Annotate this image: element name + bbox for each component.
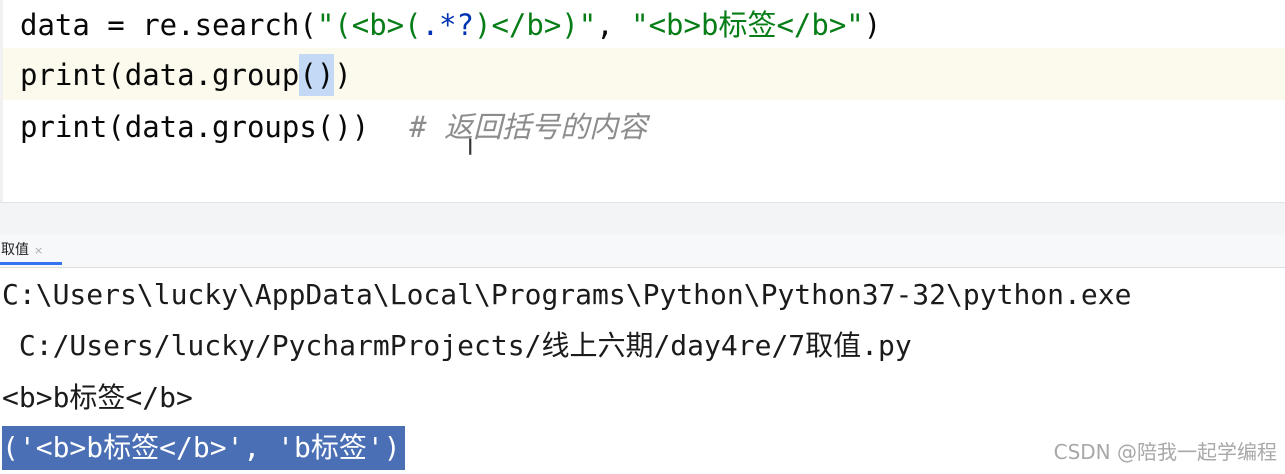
code-editor[interactable]: data = re.search("(<b>(.*?)</b>)", "<b>b…: [0, 0, 1285, 202]
console-line-script: C:/Users/lucky/PycharmProjects/线上六期/day4…: [2, 329, 912, 362]
selected-output-text: ('<b>b标签</b>', 'b标签'): [2, 426, 405, 470]
code-line-3[interactable]: print(data.groups()) # 返回括号的内容: [20, 102, 647, 152]
console-line-output-groups: ('<b>b标签</b>', 'b标签'): [2, 423, 405, 473]
console-line-interpreter: C:\Users\lucky\AppData\Local\Programs\Py…: [2, 278, 1132, 311]
console-line-output-group: <b>b标签</b>: [2, 381, 193, 414]
matched-paren-highlight: (): [299, 54, 335, 96]
code-line-1[interactable]: data = re.search("(<b>(.*?)</b>)", "<b>b…: [20, 0, 881, 50]
code-separator: ,: [596, 8, 632, 42]
code-close-paren: ): [863, 8, 882, 42]
code-string-quote: ": [316, 8, 335, 42]
panel-divider[interactable]: [0, 202, 1285, 236]
code-call: print(data.groups()): [20, 110, 370, 144]
text-cursor-icon: Ι: [467, 136, 474, 161]
run-tool-window-tabs: 取值 ×: [0, 235, 1285, 268]
code-regex-close: )</b>): [473, 8, 579, 42]
code-comment: # 返回括号的内容: [409, 110, 648, 144]
code-close-paren: ): [334, 58, 352, 92]
tab-label: 取值: [1, 242, 29, 258]
code-string-quote: ": [578, 8, 597, 42]
code-regex-pattern: .*?: [421, 8, 474, 42]
code-string-arg: "<b>b标签</b>": [631, 8, 864, 42]
close-icon[interactable]: ×: [34, 244, 43, 257]
code-var: data = re.search(: [20, 8, 317, 42]
code-regex-open: (<b>(: [334, 8, 422, 42]
code-call: print(data.group: [20, 58, 300, 92]
watermark: CSDN @陪我一起学编程: [1053, 440, 1277, 464]
tab-run-config[interactable]: 取值 ×: [0, 235, 62, 265]
code-line-2[interactable]: print(data.group()): [20, 50, 352, 100]
